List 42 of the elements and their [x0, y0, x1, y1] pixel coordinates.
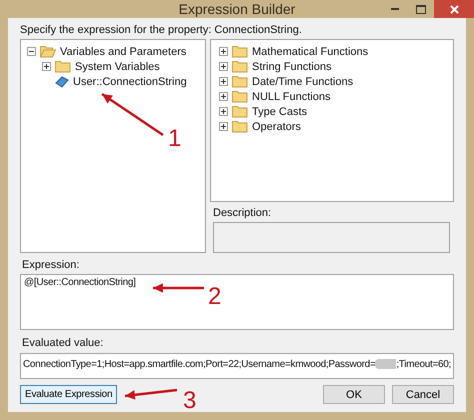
expand-icon[interactable] — [219, 107, 228, 116]
annotation-number: 1 — [168, 125, 182, 153]
tree-item[interactable]: NULL Functions — [252, 90, 330, 102]
tree-item[interactable]: System Variables — [75, 60, 160, 72]
folder-icon — [232, 75, 248, 88]
window-title: Expression Builder — [178, 1, 296, 17]
folder-icon — [55, 60, 71, 73]
tree-item[interactable]: Operators — [252, 120, 301, 132]
evaluated-value-field: ConnectionType=1;Host=app.smartfile.com;Port=22;Username=kmwood;Password= ;Timeout=60; — [20, 353, 454, 379]
folder-icon — [232, 120, 248, 133]
expand-icon[interactable] — [219, 47, 228, 56]
expand-icon[interactable] — [42, 62, 51, 71]
tree-item[interactable]: Variables and Parameters — [60, 46, 186, 58]
expression-label: Expression: — [22, 259, 80, 271]
expand-icon[interactable] — [219, 77, 228, 86]
open-folder-icon — [40, 45, 56, 58]
prompt-text: Specify the expression for the property: ConnectionString. — [20, 24, 303, 37]
tree-item[interactable]: User::ConnectionString — [73, 76, 187, 88]
description-label: Description: — [213, 207, 272, 219]
variable-icon — [55, 74, 69, 88]
expand-icon[interactable] — [219, 122, 228, 131]
annotation-number: 2 — [208, 283, 222, 311]
tree-item[interactable]: Mathematical Functions — [252, 46, 368, 58]
collapse-icon[interactable] — [27, 47, 36, 56]
annotation-number: 3 — [183, 387, 196, 415]
dialog-button[interactable]: OK — [323, 385, 385, 404]
expand-icon[interactable] — [219, 92, 228, 101]
evaluate-button[interactable]: Evaluate Expression — [20, 385, 118, 404]
folder-icon — [232, 90, 248, 103]
expand-icon[interactable] — [219, 62, 228, 71]
evaluated-value-label: Evaluated value: — [22, 337, 104, 349]
tree-item[interactable]: Type Casts — [252, 106, 308, 118]
close-icon[interactable] — [450, 4, 458, 14]
folder-icon — [232, 60, 248, 73]
folder-icon — [232, 45, 248, 58]
tree-item[interactable]: String Functions — [252, 60, 332, 72]
arrow-icon — [150, 281, 206, 295]
blurred-password — [375, 359, 396, 369]
folder-icon — [232, 105, 248, 118]
dialog-button[interactable]: Cancel — [392, 385, 454, 404]
tree-item[interactable]: Date/Time Functions — [252, 76, 354, 88]
maximize-icon[interactable] — [416, 4, 426, 14]
